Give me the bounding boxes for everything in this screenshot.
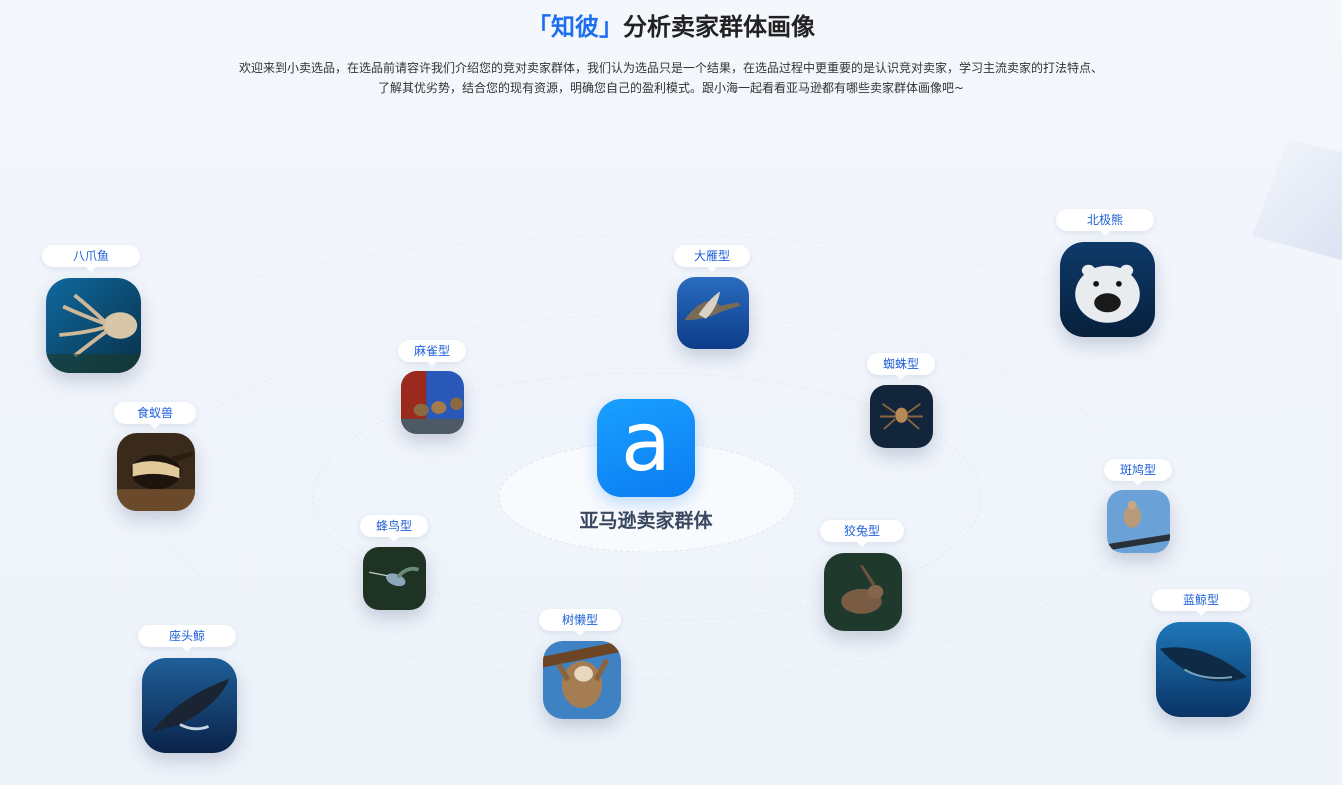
- humpback-whale-image[interactable]: [142, 658, 237, 753]
- group-label[interactable]: 蓝鲸型: [1152, 589, 1250, 616]
- group-label[interactable]: 蜂鸟型: [360, 515, 428, 542]
- group-label[interactable]: 麻雀型: [398, 340, 466, 367]
- blue-whale-image[interactable]: [1156, 622, 1251, 717]
- group-label[interactable]: 狡兔型: [820, 520, 904, 547]
- octopus-image[interactable]: [46, 278, 141, 373]
- group-label[interactable]: 斑鸠型: [1104, 459, 1172, 486]
- anteater-image[interactable]: [117, 433, 195, 511]
- hummingbird-image[interactable]: [363, 547, 426, 610]
- page-title: 「知彼」分析卖家群体画像: [0, 10, 1342, 44]
- page-header: 「知彼」分析卖家群体画像 欢迎来到小卖选品，在选品前请容许我们介绍您的竞对卖家群…: [0, 10, 1342, 98]
- goose-image[interactable]: [677, 277, 749, 349]
- dove-image[interactable]: [1107, 490, 1170, 553]
- group-label[interactable]: 座头鲸: [138, 625, 236, 652]
- rabbit-image[interactable]: [824, 553, 902, 631]
- group-label[interactable]: 树懒型: [539, 609, 621, 636]
- logo-letter: a: [620, 395, 672, 490]
- group-label[interactable]: 北极熊: [1056, 209, 1154, 236]
- spider-image[interactable]: [870, 385, 933, 448]
- group-label[interactable]: 八爪鱼: [42, 245, 140, 272]
- intro-line-2: 了解其优劣势，结合您的现有资源，明确您自己的盈利模式。跟小海一起看看亚马逊都有哪…: [377, 81, 965, 95]
- intro-line-1: 欢迎来到小卖选品，在选品前请容许我们介绍您的竞对卖家群体，我们认为选品只是一个结…: [238, 61, 1103, 75]
- sloth-image[interactable]: [543, 641, 621, 719]
- sparrow-image[interactable]: [401, 371, 464, 434]
- title-accent: 「知彼」: [527, 13, 623, 41]
- title-text: 分析卖家群体画像: [623, 13, 815, 41]
- group-label[interactable]: 大雁型: [674, 245, 750, 272]
- center-label: 亚马逊卖家群体: [579, 510, 713, 532]
- group-label[interactable]: 蜘蛛型: [867, 353, 935, 380]
- polar-bear-image[interactable]: [1060, 242, 1155, 337]
- group-label[interactable]: 食蚁兽: [114, 402, 196, 429]
- intro-text: 欢迎来到小卖选品，在选品前请容许我们介绍您的竞对卖家群体，我们认为选品只是一个结…: [201, 58, 1141, 98]
- amazon-logo-icon: a: [597, 399, 695, 497]
